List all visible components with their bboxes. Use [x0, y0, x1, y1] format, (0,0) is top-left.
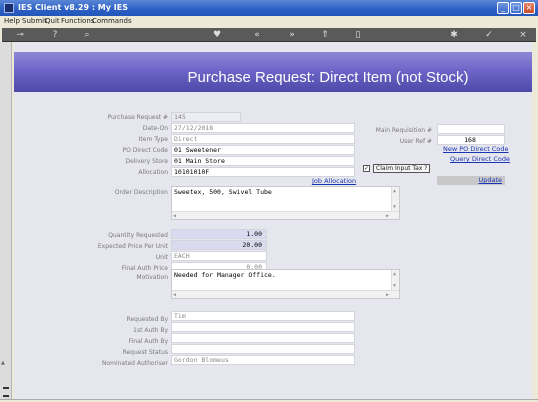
- doc-icon[interactable]: ▯: [351, 28, 365, 42]
- new-po-direct-code-link[interactable]: New PO Direct Code: [443, 145, 509, 153]
- close-window-icon[interactable]: ×: [523, 2, 535, 14]
- final-auth-price-label: Final Auth Price: [121, 265, 168, 272]
- job-allocation-link[interactable]: Job Allocation: [312, 177, 356, 185]
- left-panel-strip: ▲: [0, 42, 12, 399]
- minimize-icon[interactable]: _: [497, 2, 509, 14]
- allocation-label: Allocation: [138, 169, 168, 176]
- quantity-requested-field[interactable]: 1.00: [171, 229, 267, 239]
- purchase-request-label: Purchase Request #: [107, 114, 168, 121]
- maximize-icon[interactable]: □: [510, 2, 522, 14]
- quantity-requested-label: Quantity Requested: [108, 232, 168, 239]
- scroll-left-icon[interactable]: ◀: [173, 292, 176, 298]
- motivation-label: Motivation: [136, 274, 168, 281]
- scroll-right-icon[interactable]: ▶: [386, 213, 389, 219]
- user-ref-label: User Ref #: [399, 138, 432, 145]
- menu-functions[interactable]: Functions: [61, 17, 94, 25]
- update-link[interactable]: Update: [478, 176, 502, 184]
- delivery-store-field[interactable]: 01 Main Store: [171, 156, 355, 166]
- menu-quit[interactable]: Quit: [45, 17, 60, 25]
- menu-help[interactable]: Help: [4, 17, 20, 25]
- user-ref-field[interactable]: 168: [437, 135, 505, 145]
- final-auth-by-field[interactable]: [171, 333, 355, 343]
- close-icon[interactable]: ×: [516, 28, 530, 42]
- first-auth-by-label: 1st Auth By: [133, 327, 168, 334]
- app-icon: [4, 3, 14, 13]
- motivation-text: Needed for Manager Office.: [174, 271, 276, 279]
- forward-icon[interactable]: »: [285, 28, 299, 42]
- toolbar: ⊸ ? ⌕ ♥ « » ⇑ ▯ ✱ ✓ ×: [2, 28, 536, 42]
- query-direct-code-link[interactable]: Query Direct Code: [450, 155, 510, 163]
- menu-submit[interactable]: Submit: [22, 17, 47, 25]
- delivery-store-label: Delivery Store: [125, 158, 168, 165]
- scroll-up-icon[interactable]: ▲: [393, 271, 396, 277]
- refresh-icon[interactable]: [216, 28, 230, 42]
- scroll-down-icon[interactable]: ▼: [393, 283, 396, 289]
- unit-field[interactable]: EACH: [171, 251, 267, 261]
- help-icon[interactable]: ?: [48, 28, 62, 42]
- requested-by-field[interactable]: Tim: [171, 311, 355, 321]
- scroll-left-icon[interactable]: ◀: [173, 213, 176, 219]
- allocation-field[interactable]: 10101010F: [171, 167, 355, 177]
- power-icon[interactable]: ⊸: [10, 28, 30, 42]
- main-requisition-field[interactable]: [437, 124, 505, 134]
- strip-marker: ▲: [1, 360, 5, 366]
- page-banner: Purchase Request: Direct Item (not Stock…: [14, 52, 532, 92]
- order-description-text: Sweetex, 500, Swivel Tube: [174, 188, 272, 196]
- request-status-label: Request Status: [122, 349, 168, 356]
- window-title: IES Client v8.29 : My IES: [18, 3, 128, 12]
- export-icon[interactable]: ⇑: [318, 28, 332, 42]
- unit-label: Unit: [155, 254, 168, 261]
- page-title: Purchase Request: Direct Item (not Stock…: [187, 69, 469, 86]
- scroll-down-icon[interactable]: ▼: [393, 204, 396, 210]
- main-content: Purchase Request: Direct Item (not Stock…: [14, 42, 532, 399]
- date-on-label: Date-On: [142, 125, 168, 132]
- scroll-up-icon[interactable]: ▲: [393, 188, 396, 194]
- main-requisition-label: Main Requisition #: [375, 127, 432, 134]
- motivation-field[interactable]: Needed for Manager Office. ▲ ▼ ◀ ▶: [171, 269, 400, 299]
- po-direct-code-label: PO Direct Code: [122, 147, 168, 154]
- nominated-authoriser-label: Nominated Authoriser: [101, 360, 168, 367]
- claim-input-tax-checkbox[interactable]: ✓: [363, 165, 370, 172]
- purchase-request-field: 145: [171, 112, 241, 122]
- scroll-right-icon[interactable]: ▶: [386, 292, 389, 298]
- menu-commands[interactable]: Commands: [92, 17, 132, 25]
- expected-price-field[interactable]: 20.00: [171, 240, 267, 250]
- expected-price-label: Expected Price Per Unit: [97, 243, 168, 250]
- po-direct-code-field[interactable]: 01 Sweetener: [171, 145, 355, 155]
- order-description-field[interactable]: Sweetex, 500, Swivel Tube ▲ ▼ ◀ ▶: [171, 186, 400, 220]
- claim-input-tax-label: Claim Input Tax ?: [373, 164, 431, 173]
- final-auth-by-label: Final Auth By: [128, 338, 168, 345]
- nominated-authoriser-field[interactable]: Gordon Blomeus: [171, 355, 355, 365]
- title-bar: IES Client v8.29 : My IES _ □ ×: [0, 0, 538, 16]
- motivation-hscroll[interactable]: ◀ ▶: [172, 290, 399, 298]
- requested-by-label: Requested By: [126, 316, 168, 323]
- settings-icon[interactable]: ✱: [447, 28, 461, 42]
- panel-grip-icon[interactable]: [3, 387, 9, 397]
- request-status-field[interactable]: [171, 344, 355, 354]
- item-type-label: Item Type: [138, 136, 168, 143]
- menu-bar: Help Submit Quit Functions Commands: [0, 16, 538, 27]
- order-description-label: Order Description: [114, 189, 168, 196]
- first-auth-by-field[interactable]: [171, 322, 355, 332]
- back-icon[interactable]: «: [250, 28, 264, 42]
- search-icon[interactable]: ⌕: [80, 28, 94, 42]
- update-bar: Update: [437, 176, 505, 185]
- order-description-hscroll[interactable]: ◀ ▶: [172, 211, 399, 219]
- ok-icon[interactable]: ✓: [482, 28, 496, 42]
